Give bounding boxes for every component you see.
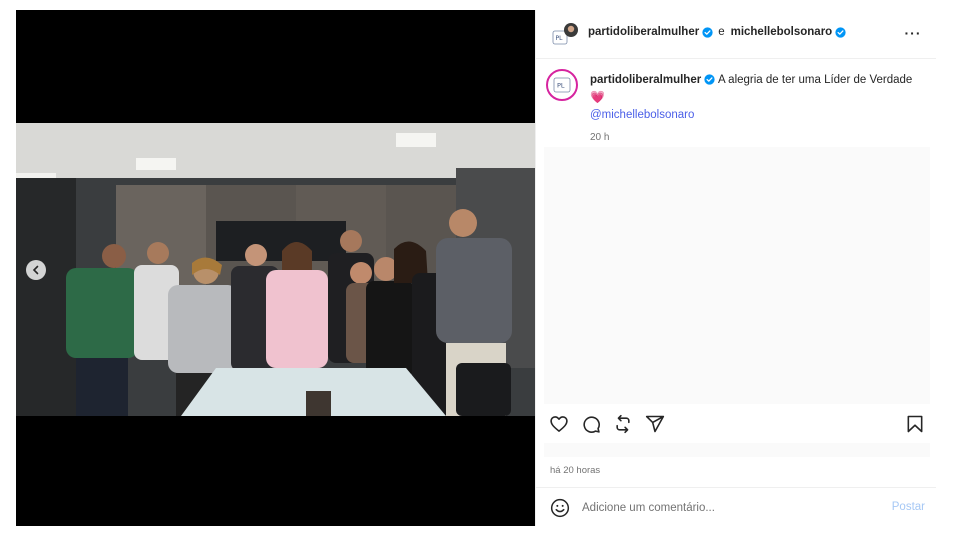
comment-icon: [583, 416, 600, 433]
author-username[interactable]: partidoliberalmulher: [588, 26, 699, 38]
caption-mention-link[interactable]: @michellebolsonaro: [590, 109, 694, 121]
verified-badge-icon: [704, 74, 716, 86]
verified-badge-icon: [702, 26, 713, 38]
share-button[interactable]: [645, 414, 665, 434]
group-photo-illustration: [16, 123, 535, 416]
caption-block: PL partidoliberalmulher A alegria de ter…: [536, 59, 936, 147]
more-horizontal-icon: ···: [904, 25, 922, 41]
smiley-icon: [550, 498, 570, 518]
comment-button[interactable]: [581, 414, 601, 434]
comment-input[interactable]: [582, 499, 862, 517]
post-media: [16, 10, 535, 526]
repost-icon: [616, 414, 630, 434]
likes-summary: [544, 443, 930, 457]
share-icon: [645, 415, 665, 433]
group-photo[interactable]: [16, 123, 535, 416]
caption-timestamp[interactable]: 20 h: [590, 132, 609, 143]
verified-badge-icon: [835, 26, 846, 38]
post-date[interactable]: há 20 horas: [550, 465, 600, 476]
emoji-picker-button[interactable]: [550, 498, 570, 518]
caption-username[interactable]: partidoliberalmulher: [590, 74, 701, 86]
authors-joiner: e: [718, 26, 725, 38]
bookmark-icon: [907, 415, 923, 433]
header-authors: partidoliberalmulher e michellebolsonaro: [588, 26, 846, 38]
coauthor-username[interactable]: michellebolsonaro: [731, 26, 833, 38]
post-comment-button[interactable]: Postar: [892, 501, 925, 513]
post-side-panel: PL partidoliberalmulher e michellebolson…: [535, 10, 936, 526]
caption-text: partidoliberalmulher A alegria de ter um…: [590, 72, 920, 124]
pink-heart-emoji: 💗: [590, 90, 605, 104]
svg-text:PL: PL: [556, 35, 564, 42]
like-button[interactable]: [549, 414, 569, 434]
instagram-post-window: PL partidoliberalmulher e michellebolson…: [0, 0, 960, 540]
post-header: PL partidoliberalmulher e michellebolson…: [536, 10, 936, 59]
header-avatar[interactable]: PL: [552, 22, 578, 48]
svg-text:PL: PL: [557, 82, 565, 90]
add-comment-row: Postar: [536, 487, 936, 527]
caption-avatar[interactable]: PL: [546, 69, 578, 101]
heart-icon: [550, 416, 568, 432]
more-options-button[interactable]: ···: [904, 26, 922, 40]
action-bar: [536, 412, 936, 438]
chevron-left-icon: [32, 265, 39, 275]
repost-button[interactable]: [613, 414, 633, 434]
caption-body: A alegria de ter uma Líder de Verdade: [717, 74, 913, 86]
save-button[interactable]: [905, 414, 925, 434]
previous-media-button[interactable]: [26, 260, 46, 280]
comments-area: [544, 147, 930, 404]
